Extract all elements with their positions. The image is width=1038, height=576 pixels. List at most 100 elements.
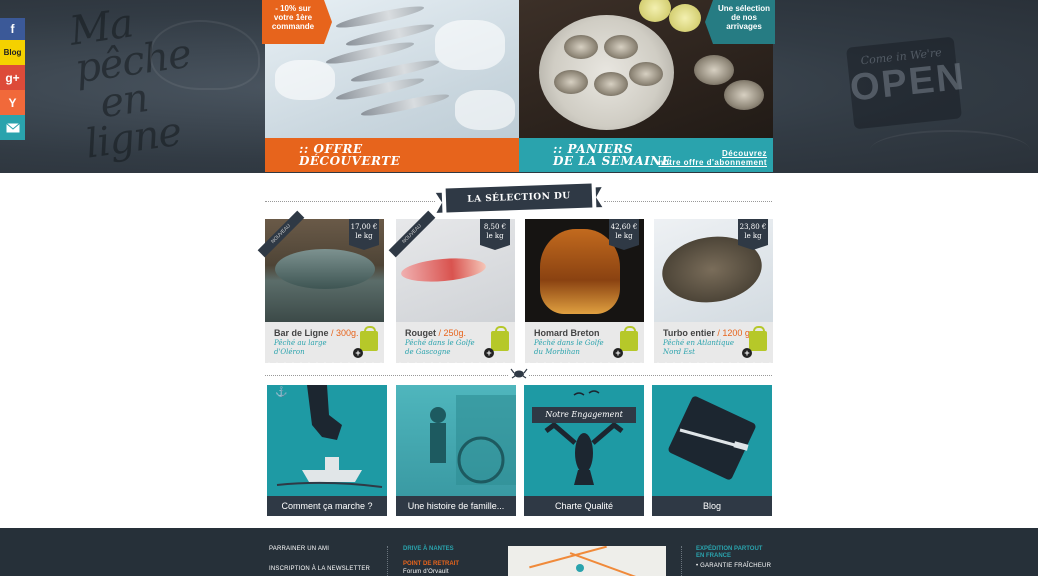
blog-button[interactable]: Blog [0,40,25,65]
oyster-image [554,70,588,94]
arrivals-tag-text: Une sélection [717,4,770,13]
price-value: 23,80 € [739,223,767,231]
product-card-bar[interactable]: NOUVEAU 17,00 € le kg Bar de Ligne / 300… [257,210,384,366]
ice-image [275,60,335,100]
offre-decouverte-title[interactable]: :: OFFRE DÉCOUVERTE [265,138,519,172]
arrivals-tag: Une sélection de nos arrivages [705,0,775,44]
card-edge [396,360,515,366]
tile-caption: Blog [652,496,772,516]
crab-icon [509,367,529,381]
product-weight: / 250g. [436,328,467,338]
price-unit: le kg [744,232,762,240]
hand-boat-icon: ⚓ [275,385,383,488]
product-name-text: Rouget [405,328,436,338]
price-tag: 23,80 € le kg [738,219,768,250]
svg-text:⚓: ⚓ [275,385,287,398]
banner-title-line: DÉCOUVERTE [299,154,401,168]
google-plus-icon[interactable]: g+ [0,65,25,90]
product-card-rouget[interactable]: NOUVEAU 8,50 € le kg Rouget / 250g. Pêch… [388,210,515,366]
divider [604,201,772,202]
knife-board-icon [668,396,756,480]
product-origin: Pêché en Atlantique Nord Est [663,339,735,356]
oyster-image [724,80,764,110]
shopping-bag-icon[interactable] [491,326,509,351]
product-origin: Pêché au large d'Oléron [274,339,327,356]
quality-charter-illustration [524,385,644,496]
shopping-bag-icon[interactable] [360,326,378,351]
add-to-cart-button[interactable]: + [484,348,494,358]
arrivals-tag-text: de nos [731,13,757,22]
tile-caption: Une histoire de famille... [396,496,516,516]
card-edge [265,360,384,366]
facebook-icon[interactable]: f [0,18,25,40]
family-history-photo [396,385,516,496]
card-edge [654,360,773,366]
lemon-image [639,0,671,22]
pickup-map[interactable] [508,546,666,576]
how-it-works-illustration: ⚓ [267,385,387,496]
family-history-tile[interactable]: Une histoire de famille... [396,385,516,516]
fisherman-photo-icon [430,395,516,485]
crab-icon-svg [510,368,528,379]
product-name[interactable]: Bar de Ligne / 300g. [274,328,359,338]
blog-tile[interactable]: Blog [652,385,772,516]
discount-tag-text: votre 1ère [273,13,313,22]
price-unit: le kg [486,232,504,240]
chalk-fish-drawing [870,130,1030,170]
mail-icon[interactable] [0,115,25,140]
social-sidebar: f Blog g+ Y [0,18,25,140]
add-to-cart-button[interactable]: + [613,348,623,358]
shopping-bag-icon[interactable] [749,326,767,351]
discount-tag: - 10% sur votre 1ère commande [262,0,332,44]
newsletter-link[interactable]: INSCRIPTION À LA NEWSLETTER [269,566,370,572]
price-tag: 42,60 € le kg [609,219,639,250]
map-pin-icon [576,564,584,572]
paniers-semaine-title[interactable]: :: PANIERS DE LA SEMAINE Découvrez notre… [519,138,773,172]
arrivals-tag-text: arrivages [726,22,762,31]
price-value: 8,50 € [483,223,507,231]
freshness-guarantee-link[interactable]: • GARANTIE FRAÎCHEUR [696,563,771,569]
product-name[interactable]: Rouget / 250g. [405,328,466,338]
footer-separator [387,546,388,576]
ycombinator-icon[interactable]: Y [0,90,25,115]
add-to-cart-button[interactable]: + [353,348,363,358]
oyster-image [604,35,638,59]
open-sign-big-text: OPEN [848,55,968,110]
footer-separator [681,546,682,576]
pickup-place[interactable]: Forum d'Orvault [403,569,449,575]
subscription-offer-link[interactable]: Découvrez notre offre d'abonnement [658,149,767,167]
open-sign: Come in We're OPEN [846,36,968,130]
oyster-image [564,35,598,59]
price-tag: 17,00 € le kg [349,219,379,250]
ice-image [435,20,505,70]
how-it-works-tile[interactable]: ⚓ Comment ça marche ? [267,385,387,516]
subscription-link-text: Découvrez [722,149,767,158]
tile-caption: Charte Qualité [524,496,644,516]
product-name-text: Homard Breton [534,328,600,338]
oyster-image [594,72,628,96]
divider [265,201,435,202]
add-to-cart-button[interactable]: + [742,348,752,358]
discount-tag-text: - 10% sur [275,4,311,13]
price-value: 42,60 € [610,223,638,231]
product-name[interactable]: Turbo entier / 1200 g. [663,328,752,338]
shipping-heading-text: EXPÉDITION PARTOUT [696,546,763,552]
subscription-link-text: notre offre d'abonnement [658,158,767,167]
product-card-homard[interactable]: 42,60 € le kg Homard Breton Pêché dans l… [525,219,644,366]
product-weight: / 1200 g. [714,328,753,338]
section-title: LA SÉLECTION DU PATRON [445,183,593,228]
product-card-turbo[interactable]: 23,80 € le kg Turbo entier / 1200 g. Pêc… [654,219,773,366]
price-value: 17,00 € [350,223,378,231]
tile-caption: Comment ça marche ? [267,496,387,516]
product-name-text: Turbo entier [663,328,715,338]
quality-charter-tile[interactable]: Notre Engagement Charte Qualité [524,385,644,516]
price-unit: le kg [355,232,373,240]
product-name[interactable]: Homard Breton [534,328,600,338]
refer-friend-link[interactable]: PARRAINER UN AMI [269,546,329,552]
shopping-bag-icon[interactable] [620,326,638,351]
product-origin: Pêché dans le Golfe du Morbihan [534,339,604,356]
blog-illustration [652,385,772,496]
discount-tag-text: commande [271,22,315,31]
product-weight: / 300g. [328,328,359,338]
map-road [529,546,607,569]
